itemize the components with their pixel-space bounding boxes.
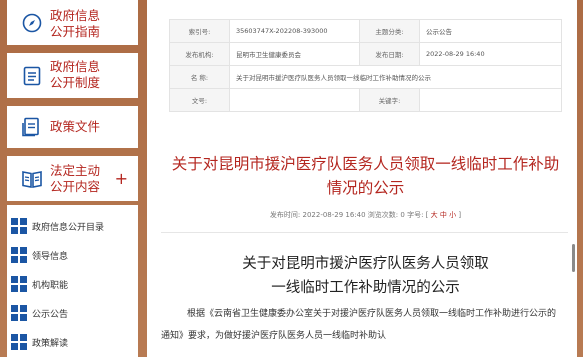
index-value: 35603747X-202208-393000 bbox=[229, 19, 360, 43]
sidebar-card-label: 政策文件 bbox=[50, 119, 101, 134]
font-size-small-button[interactable]: 小 bbox=[449, 211, 456, 219]
expand-plus-icon[interactable]: + bbox=[115, 171, 128, 187]
grid-icon bbox=[11, 275, 28, 293]
date-label: 发布日期: bbox=[359, 42, 420, 66]
keyword-value bbox=[419, 88, 562, 112]
compass-icon bbox=[21, 12, 43, 34]
subnav-item-interpretation[interactable]: 政策解读 bbox=[11, 331, 68, 353]
sidebar-card-label: 法定主动 公开内容 bbox=[50, 163, 101, 194]
meta-prefix: 发布时间: 2022-08-29 16:40 浏览次数: 0 字号: [ bbox=[269, 211, 429, 219]
grid-icon bbox=[11, 304, 28, 322]
document-heading: 关于对昆明市援沪医疗队医务人员领取 一线临时工作补助情况的公示 bbox=[169, 252, 562, 300]
open-book-icon bbox=[21, 168, 43, 190]
subnav-item-announcements[interactable]: 公示公告 bbox=[11, 302, 68, 324]
scrollbar-thumb[interactable] bbox=[572, 244, 575, 272]
index-label: 索引号: bbox=[169, 19, 230, 43]
meta-suffix: ] bbox=[458, 211, 462, 219]
subnav-item-leaders[interactable]: 领导信息 bbox=[11, 244, 68, 266]
grid-icon bbox=[11, 217, 28, 235]
subnav-label: 领导信息 bbox=[32, 251, 69, 262]
policy-file-icon bbox=[21, 116, 43, 138]
sidebar-card-label: 政府信息 公开指南 bbox=[50, 8, 101, 39]
subnav-label: 政策解读 bbox=[32, 338, 69, 349]
font-size-large-button[interactable]: 大 bbox=[431, 211, 438, 219]
docno-label: 文号: bbox=[169, 88, 230, 112]
subnav-item-functions[interactable]: 机构职能 bbox=[11, 273, 68, 295]
document-heading-line: 关于对昆明市援沪医疗队医务人员领取 bbox=[242, 256, 489, 272]
issuer-label: 发布机构: bbox=[169, 42, 230, 66]
name-value: 关于对昆明市援沪医疗队医务人员领取一线临时工作补助情况的公示 bbox=[229, 65, 562, 89]
sidebar-card-label: 政府信息 公开制度 bbox=[50, 59, 101, 90]
sidebar-card-guide[interactable]: 政府信息 公开指南 bbox=[7, 0, 138, 45]
docno-value bbox=[229, 88, 360, 112]
sidebar-card-statutory[interactable]: 法定主动 公开内容 + bbox=[7, 156, 138, 201]
article-meta: 发布时间: 2022-08-29 16:40 浏览次数: 0 字号: [ 大 中… bbox=[169, 210, 562, 220]
name-label: 名 称: bbox=[169, 65, 230, 89]
sub-nav-list: 政府信息公开目录 领导信息 机构职能 公示公告 政策解读 bbox=[7, 205, 138, 357]
keyword-label: 关键字: bbox=[359, 88, 420, 112]
document-info-table: 索引号: 35603747X-202208-393000 主题分类: 公示公告 … bbox=[169, 19, 562, 112]
grid-icon bbox=[11, 333, 28, 351]
grid-icon bbox=[11, 246, 28, 264]
topic-label: 主题分类: bbox=[359, 19, 420, 43]
font-size-medium-button[interactable]: 中 bbox=[440, 211, 447, 219]
subnav-label: 机构职能 bbox=[32, 280, 69, 291]
date-value: 2022-08-29 16:40 bbox=[419, 42, 562, 66]
subnav-item-catalog[interactable]: 政府信息公开目录 bbox=[11, 215, 104, 237]
sidebar-card-system[interactable]: 政府信息 公开制度 bbox=[7, 53, 138, 98]
topic-value: 公示公告 bbox=[419, 19, 562, 43]
sidebar-card-policy[interactable]: 政策文件 bbox=[7, 106, 138, 148]
document-heading-line: 一线临时工作补助情况的公示 bbox=[271, 280, 460, 296]
main-content: 索引号: 35603747X-202208-393000 主题分类: 公示公告 … bbox=[147, 0, 577, 357]
subnav-label: 公示公告 bbox=[32, 309, 69, 320]
divider bbox=[161, 232, 568, 233]
article-title: 关于对昆明市援沪医疗队医务人员领取一线临时工作补助情况的公示 bbox=[171, 155, 560, 197]
issuer-value: 昆明市卫生健康委员会 bbox=[229, 42, 360, 66]
document-body: 根据《云南省卫生健康委办公室关于对援沪医疗队医务人员领取一线临时工作补助进行公示… bbox=[161, 309, 557, 341]
subnav-label: 政府信息公开目录 bbox=[32, 222, 105, 233]
document-list-icon bbox=[21, 65, 43, 87]
sidebar: 政府信息 公开指南 政府信息 公开制度 政策文件 法定主动 公开内容 + 政府信… bbox=[7, 0, 138, 357]
